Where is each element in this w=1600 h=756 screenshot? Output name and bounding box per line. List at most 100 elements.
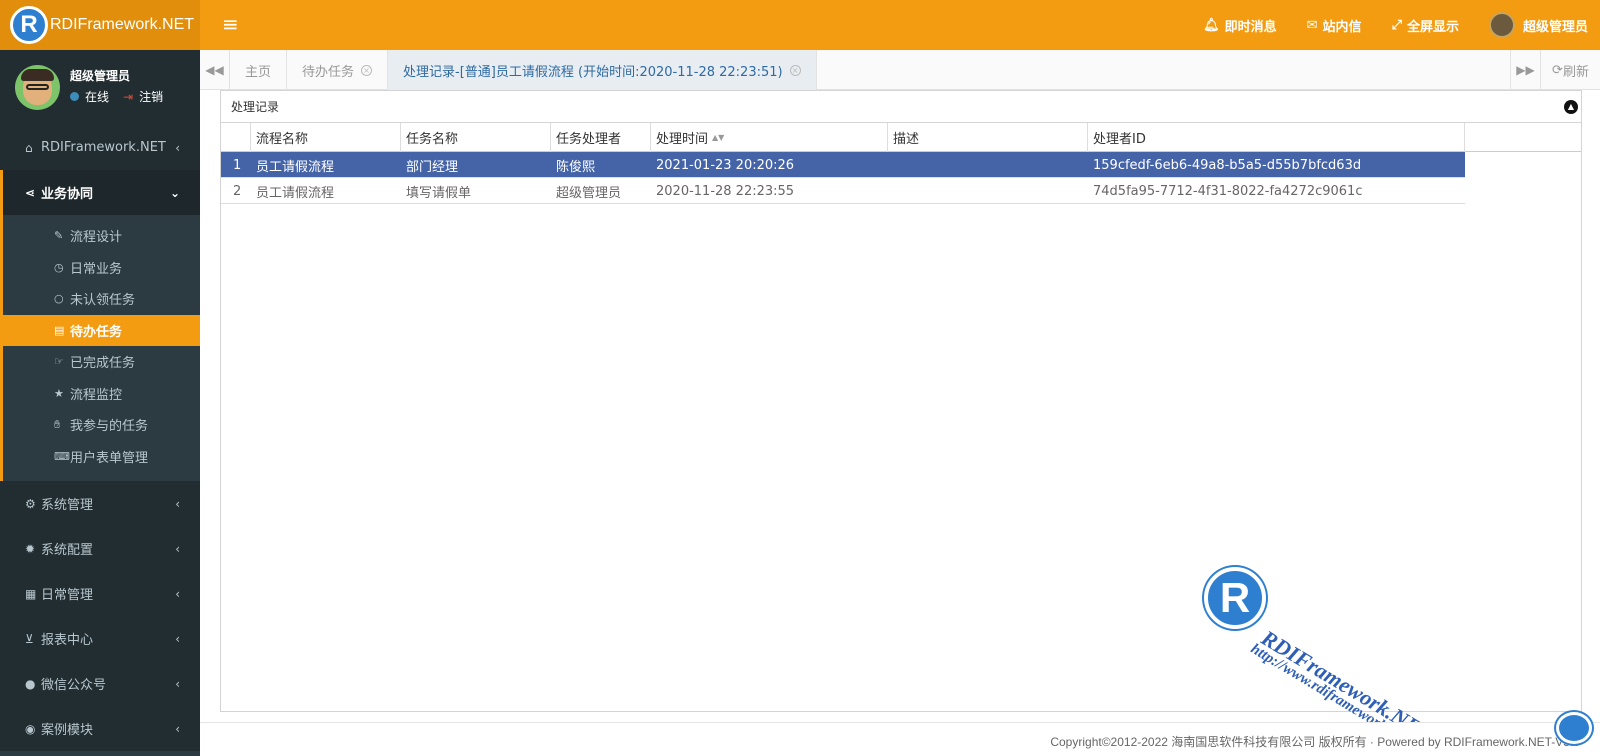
sidebar-item-flow-design[interactable]: ✎ 流程设计: [3, 220, 200, 252]
clock-icon: ◷: [54, 260, 64, 274]
logo[interactable]: R RDIFramework.NET: [0, 0, 200, 50]
cell-time: 2021-01-23 20:20:26: [656, 157, 795, 173]
sidebar-item-participated[interactable]: ✋︎ 我参与的任务: [3, 409, 200, 441]
chevron-left-icon: ‹: [175, 140, 180, 155]
fullscreen-button[interactable]: ⤢ 全屏显示: [1392, 16, 1459, 35]
column-header[interactable]: 任务处理者: [551, 123, 651, 152]
column-header[interactable]: 处理者ID: [1088, 123, 1465, 152]
column-header[interactable]: 描述: [888, 123, 1088, 152]
hand-icon: ☞: [54, 355, 64, 369]
footer: Copyright©2012-2022 海南国思软件科技有限公司 版权所有 · …: [200, 722, 1600, 756]
row-number: 2: [233, 183, 242, 199]
top-header: R RDIFramework.NET ≡ 🔔︎ 即时消息 ✉ 站内信 ⤢ 全屏显…: [0, 0, 1600, 50]
menu-toggle-icon[interactable]: ≡: [222, 14, 239, 34]
business-submenu: ✎ 流程设计 ◷ 日常业务 ○ 未认领任务 ▤ 待办任务 ☞ 已完成任务 ★ 流…: [0, 215, 200, 481]
sidebar-item-monitor[interactable]: ★ 流程监控: [3, 378, 200, 410]
chat-bubble-icon[interactable]: [1556, 712, 1592, 744]
sidebar-item-business[interactable]: ⋖ 业务协同 ⌄: [0, 170, 200, 215]
cell-desc: [888, 178, 1088, 204]
filter-icon: ⊻: [25, 631, 34, 646]
user-name: 超级管理员: [70, 69, 131, 83]
cell-handler: 陈俊熙: [556, 159, 596, 175]
close-icon[interactable]: ×: [361, 64, 373, 76]
chevron-left-icon: ‹: [175, 586, 180, 601]
avatar: [1488, 12, 1515, 38]
cell-desc: [888, 152, 1088, 178]
cell-handler-id: 74d5fa95-7712-4f31-8022-fa4272c9061c: [1093, 183, 1363, 199]
cell-flow: 员工请假流程: [256, 185, 335, 201]
edit-icon: ✎: [54, 229, 64, 243]
sidebar-item-todo[interactable]: ▤ 待办任务: [0, 314, 200, 346]
share-icon: ⋖: [25, 185, 36, 200]
refresh-icon: ⟳: [1552, 62, 1563, 78]
wechat-icon: ●: [25, 676, 36, 691]
copyright-text: Copyright©2012-2022 海南国思软件科技有限公司 版权所有 · …: [1050, 735, 1580, 749]
table-row[interactable]: 1 员工请假流程 部门经理 陈俊熙 2021-01-23 20:20:26 15…: [221, 152, 1465, 178]
table-row[interactable]: 2 员工请假流程 填写请假单 超级管理员 2020-11-28 22:23:55…: [221, 178, 1465, 204]
cell-time: 2020-11-28 22:23:55: [656, 183, 795, 199]
grid-header: 流程名称 任务名称 任务处理者 处理时间 ▲▼ 描述 处理者ID: [221, 123, 1581, 152]
sidebar-item-system-admin[interactable]: ⚙ 系统管理 ‹: [0, 481, 200, 526]
chevron-left-icon: ‹: [175, 631, 180, 646]
tab-bar: ◀◀ 主页 待办任务 × 处理记录-[普通]员工请假流程 (开始时间:2020-…: [200, 50, 1600, 90]
logout-link[interactable]: 注销: [139, 88, 163, 105]
tab-process-record[interactable]: 处理记录-[普通]员工请假流程 (开始时间:2020-11-28 22:23:5…: [388, 50, 817, 90]
tab-home[interactable]: 主页: [230, 50, 288, 90]
process-record-panel: 处理记录 ▲ 流程名称 任务名称 任务处理者 处理时间 ▲▼ 描述 处理者ID …: [220, 90, 1582, 712]
sidebar-item-completed[interactable]: ☞ 已完成任务: [3, 346, 200, 378]
home-icon: ⌂: [25, 140, 33, 155]
cog-icon: ✹: [25, 541, 36, 556]
chevron-left-icon: ‹: [175, 541, 180, 556]
user-status: 在线 ⇥ 注销: [70, 88, 163, 105]
sidebar-item-daily-admin[interactable]: ▦ 日常管理 ‹: [0, 571, 200, 616]
chevron-left-icon: ‹: [175, 676, 180, 691]
expand-icon: ⤢: [1391, 17, 1402, 33]
list-icon: ▤: [54, 323, 65, 337]
logo-icon: R: [10, 6, 48, 44]
bell-icon: 🔔︎: [1203, 17, 1220, 33]
tab-scroll-right-icon[interactable]: ▶▶: [1510, 50, 1540, 90]
row-number-header: [221, 123, 251, 152]
close-icon[interactable]: ×: [789, 64, 801, 76]
chevron-down-icon: ⌄: [169, 185, 180, 200]
cell-handler-id: 159cfedf-6eb6-49a8-b5a5-d55b7bfcd63d: [1093, 157, 1362, 173]
gears-icon: ⚙: [25, 496, 36, 511]
chevron-left-icon: ‹: [175, 721, 180, 736]
user-menu[interactable]: 超级管理员: [1488, 12, 1588, 38]
eye-icon: ◉: [25, 721, 36, 736]
sidebar-item-daily-business[interactable]: ◷ 日常业务: [3, 252, 200, 284]
column-header[interactable]: 流程名称: [251, 123, 401, 152]
cell-task: 填写请假单: [406, 185, 472, 201]
column-header-sortable[interactable]: 处理时间 ▲▼: [651, 123, 888, 152]
sidebar: 超级管理员 在线 ⇥ 注销 ⌂ RDIFramework.NET ‹ ⋖ 业务协…: [0, 50, 200, 756]
panel-title: 处理记录 ▲: [221, 91, 1581, 123]
online-dot-icon: [70, 92, 79, 101]
star-icon: ★: [54, 386, 64, 400]
collapse-icon[interactable]: ▲: [1564, 100, 1578, 114]
avatar: [15, 65, 60, 110]
sidebar-item-rdiframework[interactable]: ⌂ RDIFramework.NET ‹: [0, 125, 200, 170]
cell-flow: 员工请假流程: [256, 159, 335, 175]
column-header[interactable]: 任务名称: [401, 123, 551, 152]
refresh-button[interactable]: ⟳ 刷新: [1540, 50, 1600, 90]
sidebar-item-system-config[interactable]: ✹ 系统配置 ‹: [0, 526, 200, 571]
chevron-left-icon: ‹: [175, 496, 180, 511]
sort-icon: ▲▼: [712, 133, 725, 142]
sidebar-item-examples[interactable]: ◉ 案例模块 ‹: [0, 706, 200, 751]
logo-text: RDIFramework.NET: [50, 16, 195, 33]
row-number: 1: [233, 157, 242, 173]
instant-message-button[interactable]: 🔔︎ 即时消息: [1203, 16, 1277, 35]
tab-todo[interactable]: 待办任务 ×: [287, 50, 389, 90]
circle-icon: ○: [54, 292, 64, 306]
keyboard-icon: ⌨: [54, 449, 70, 463]
sidebar-item-user-forms[interactable]: ⌨ 用户表单管理: [3, 441, 200, 473]
logout-icon[interactable]: ⇥: [123, 90, 133, 104]
site-message-button[interactable]: ✉ 站内信: [1307, 16, 1362, 35]
sidebar-item-reports[interactable]: ⊻ 报表中心 ‹: [0, 616, 200, 661]
envelope-icon: ✉: [1306, 17, 1318, 33]
hand-paper-icon: ✋︎: [54, 417, 61, 431]
cell-handler: 超级管理员: [556, 185, 622, 201]
sidebar-item-wechat[interactable]: ● 微信公众号 ‹: [0, 661, 200, 706]
sidebar-item-unclaimed[interactable]: ○ 未认领任务: [3, 283, 200, 315]
tab-scroll-left-icon[interactable]: ◀◀: [200, 50, 230, 90]
